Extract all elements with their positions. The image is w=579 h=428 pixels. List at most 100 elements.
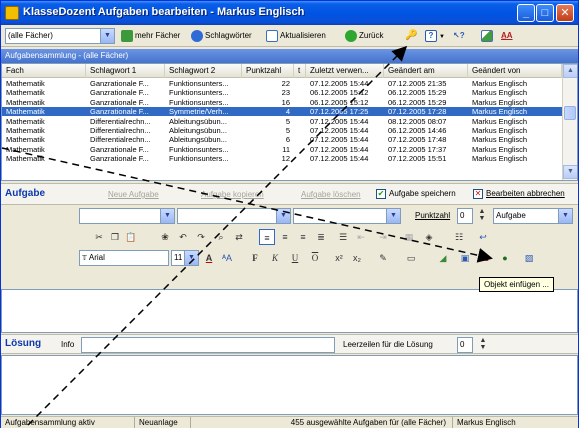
minimize-button[interactable]: _	[517, 4, 535, 22]
align-center-icon[interactable]: ≡	[277, 229, 293, 245]
superscript-icon[interactable]: x²	[331, 250, 347, 266]
cancel-edit-button[interactable]: ✕ Bearbeiten abbrechen	[473, 189, 565, 199]
column-header[interactable]: Schlagwort 2	[165, 64, 242, 78]
copy-task-button[interactable]: Aufgabe kopieren	[201, 190, 264, 199]
indent-icon[interactable]: ⇥	[375, 229, 391, 245]
insert-object-icon[interactable]: ▣	[457, 250, 473, 266]
table-row[interactable]: Mathematik Ganzrationale F... Funktionsunt…	[2, 154, 562, 163]
truetype-icon: 𝕋	[82, 255, 89, 262]
overline-icon[interactable]: O	[307, 250, 323, 266]
chevron-down-icon: ▼	[558, 209, 572, 223]
table-cell	[294, 145, 306, 154]
column-header[interactable]: Fach	[2, 64, 86, 78]
close-button[interactable]: ✕	[556, 4, 574, 22]
key-user-icon[interactable]: 🔑	[405, 28, 417, 44]
image-icon[interactable]: ▨	[521, 250, 537, 266]
font-name-select[interactable]: 𝕋 Arial	[79, 250, 169, 266]
context-help-icon[interactable]: ↖?	[453, 28, 465, 44]
replace-icon[interactable]: ⇄	[231, 229, 247, 245]
solution-editor[interactable]	[1, 355, 578, 415]
subject-filter-select[interactable]: (alle Fächer) ▼	[5, 28, 115, 44]
bullet-list-icon[interactable]: ☰	[335, 229, 351, 245]
refresh-button[interactable]: Aktualisieren	[266, 28, 326, 44]
template-select[interactable]: ▼	[293, 208, 401, 224]
back-button[interactable]: Zurück	[345, 28, 383, 44]
align-right-icon[interactable]: ≡	[295, 229, 311, 245]
points-stepper[interactable]: ▲ ▼	[474, 208, 490, 224]
undo-icon[interactable]: ↶	[175, 229, 191, 245]
column-header[interactable]: Geändert am	[384, 64, 468, 78]
task-table: Fach Schlagwort 1 Schlagwort 2 Punktzahl t Zu…	[1, 63, 578, 181]
table-cell	[294, 98, 306, 107]
keywords-button[interactable]: Schlagwörter	[191, 28, 252, 44]
redo-icon[interactable]: ↷	[193, 229, 209, 245]
wrap-arrow-icon[interactable]: ↩	[475, 229, 491, 245]
justify-icon[interactable]: ≣	[313, 229, 329, 245]
more-subjects-button[interactable]: mehr Fächer	[121, 28, 180, 44]
pen-icon[interactable]: ✎	[375, 250, 391, 266]
paragraph-select[interactable]: ▼	[177, 208, 291, 224]
cancel-edit-label: Bearbeiten abbrechen	[486, 189, 565, 199]
column-header[interactable]: Schlagwort 1	[86, 64, 165, 78]
table-row[interactable]: Mathematik Differentialrechn... Ableitungs…	[2, 135, 562, 144]
find-icon[interactable]: ⌕	[213, 229, 229, 245]
style-select[interactable]: ▼	[79, 208, 175, 224]
points-input[interactable]: 0	[457, 208, 473, 224]
table-header-row: Fach Schlagwort 1 Schlagwort 2 Punktzahl t Zu…	[2, 64, 562, 78]
solution-info-input[interactable]	[81, 337, 335, 353]
table-cell: 5	[285, 126, 290, 135]
underline-icon[interactable]: U	[287, 250, 303, 266]
blank-lines-input[interactable]: 0	[457, 337, 473, 353]
table-icon[interactable]: ▦	[401, 229, 417, 245]
align-left-icon[interactable]: ≡	[259, 229, 275, 245]
help-icon: ?	[425, 29, 437, 42]
line-spacing-icon[interactable]: ☷	[451, 229, 467, 245]
chart-button[interactable]	[481, 28, 495, 44]
maximize-button[interactable]: □	[536, 4, 554, 22]
italic-icon[interactable]: K	[267, 250, 283, 266]
scroll-thumb[interactable]	[564, 106, 576, 120]
cut-icon[interactable]: ✂	[91, 229, 107, 245]
font-size-change-icon[interactable]: ᴬA	[219, 250, 235, 266]
bold-icon[interactable]: F	[247, 250, 263, 266]
column-header[interactable]: t	[294, 64, 306, 78]
omega-symbol-icon[interactable]: Ω	[477, 250, 493, 266]
table-row[interactable]: Mathematik Ganzrationale F... Funktionsunt…	[2, 98, 562, 107]
scroll-up-icon[interactable]: ▲	[563, 64, 577, 78]
table-row[interactable]: Mathematik Ganzrationale F... Funktionsunt…	[2, 145, 562, 154]
help-button[interactable]: ? ▼	[425, 28, 445, 44]
delete-task-button[interactable]: Aufgabe löschen	[301, 190, 361, 199]
task-type-select[interactable]: Aufgabe ▼	[493, 208, 573, 224]
green-arrow-icon	[121, 29, 133, 42]
fill-color-icon[interactable]: ◈	[421, 229, 437, 245]
border-icon[interactable]: ▭	[403, 250, 419, 266]
special-paste-icon[interactable]: ❀	[157, 229, 173, 245]
column-header[interactable]: Zuletzt verwen...	[306, 64, 384, 78]
font-color-icon[interactable]: A	[201, 250, 217, 266]
blank-lines-stepper[interactable]: ▲ ▼	[475, 337, 491, 353]
title-bar[interactable]: KlasseDozent Aufgaben bearbeiten - Marku…	[1, 1, 578, 25]
table-row[interactable]: Mathematik Ganzrationale F... Funktionsunt…	[2, 79, 562, 88]
format-text-icon[interactable]: A̲A	[501, 28, 513, 44]
font-size-select[interactable]: 11 ▼	[171, 250, 199, 266]
table-row[interactable]: Mathematik Ganzrationale F... Funktionsunt…	[2, 88, 562, 97]
task-editor[interactable]	[1, 289, 578, 333]
table-row[interactable]: Mathematik Ganzrationale F... Symmetrie/Ve…	[2, 107, 562, 117]
table-scrollbar[interactable]: ▲ ▼	[562, 64, 577, 180]
subscript-icon[interactable]: x₂	[349, 250, 365, 266]
outdent-icon[interactable]: ⇤	[353, 229, 369, 245]
save-task-button[interactable]: ✔ Aufgabe speichern	[376, 189, 456, 199]
new-task-button[interactable]: Neue Aufgabe	[108, 190, 159, 199]
column-header[interactable]: Geändert von	[468, 64, 562, 78]
formula-icon[interactable]: ◢	[435, 250, 451, 266]
globe-icon[interactable]: ●	[497, 250, 513, 266]
paste-icon[interactable]: 📋	[123, 229, 139, 245]
table-row[interactable]: Mathematik Differentialrechn... Ableitungs…	[2, 117, 562, 126]
app-icon	[5, 6, 19, 20]
chevron-down-icon: ▼	[276, 209, 290, 223]
column-header[interactable]: Punktzahl	[242, 64, 294, 78]
scroll-down-icon[interactable]: ▼	[563, 165, 577, 179]
table-row[interactable]: Mathematik Differentialrechn... Ableitungs…	[2, 126, 562, 135]
font-size-value: 11	[174, 253, 183, 262]
copy-icon[interactable]: ❐	[107, 229, 123, 245]
